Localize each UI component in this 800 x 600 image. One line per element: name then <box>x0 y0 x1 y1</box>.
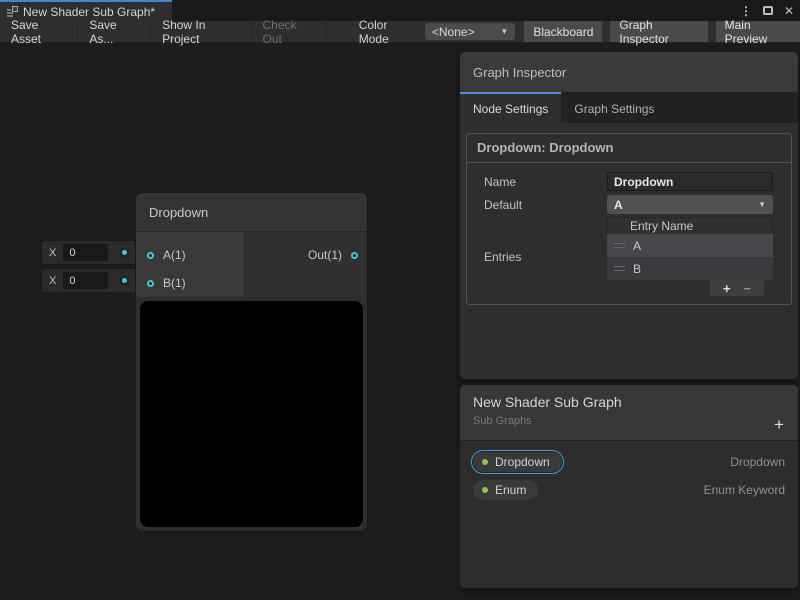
blackboard-toggle-button[interactable]: Blackboard <box>524 21 602 42</box>
graph-inspector-header[interactable]: Graph Inspector <box>460 52 798 92</box>
node-output-ports: Out(1) <box>245 232 367 297</box>
inspector-tab-bar: Node Settings Graph Settings <box>460 92 798 123</box>
drag-handle-icon[interactable] <box>614 243 625 248</box>
port-out-label: Out(1) <box>308 248 342 262</box>
node-title-bar[interactable]: Dropdown <box>136 193 367 232</box>
enum-type-label: Enum Keyword <box>704 483 785 497</box>
graph-inspector-panel: Graph Inspector Node Settings Graph Sett… <box>460 52 798 379</box>
node-settings-section: Dropdown: Dropdown Name Dropdown Default… <box>466 133 792 305</box>
blackboard-item-list: Dropdown Dropdown Enum Enum Keyword <box>460 441 798 504</box>
input-b-connector-dot[interactable] <box>119 276 129 286</box>
port-out-icon[interactable] <box>351 252 358 259</box>
maximize-icon[interactable] <box>763 6 773 15</box>
blackboard-row-enum: Enum Enum Keyword <box>460 476 798 504</box>
entry-a-name: A <box>633 239 641 253</box>
chevron-down-icon: ▼ <box>758 200 766 209</box>
name-field[interactable]: Dropdown <box>607 172 773 191</box>
color-mode-label: Color Mode <box>359 21 416 42</box>
port-a-label: A(1) <box>163 248 186 262</box>
blackboard-subtitle: Sub Graphs <box>473 415 785 427</box>
add-subgraph-button[interactable]: + <box>774 416 784 433</box>
blackboard-title: New Shader Sub Graph <box>473 394 785 410</box>
entry-b-name: B <box>633 262 641 276</box>
color-mode-dropdown[interactable]: <None> ▼ <box>425 23 515 40</box>
subgraph-icon <box>6 6 18 18</box>
show-in-project-button[interactable]: Show In Project <box>151 21 251 42</box>
entries-table-header: Entry Name <box>607 217 773 234</box>
graph-inspector-title: Graph Inspector <box>473 65 566 80</box>
input-b-default-widget: X 0 <box>42 269 136 292</box>
input-a-axis-label: X <box>49 247 56 259</box>
tab-graph-settings[interactable]: Graph Settings <box>561 92 667 123</box>
input-a-value-field[interactable]: 0 <box>63 244 108 261</box>
input-b-value-field[interactable]: 0 <box>63 272 108 289</box>
window-menu-icon[interactable]: ⋮ <box>740 5 752 17</box>
entry-row-a[interactable]: A <box>607 234 773 257</box>
blackboard-header[interactable]: New Shader Sub Graph Sub Graphs + <box>460 385 798 441</box>
save-asset-button[interactable]: Save Asset <box>0 21 78 42</box>
section-title: Dropdown: Dropdown <box>467 134 791 163</box>
input-a-connector-dot[interactable] <box>119 248 129 258</box>
default-label: Default <box>473 198 607 212</box>
dropdown-node[interactable]: Dropdown A(1) B(1) Out(1) <box>136 193 367 531</box>
shader-graph-toolbar: Save Asset Save As... Show In Project Ch… <box>0 21 800 43</box>
default-dropdown[interactable]: A ▼ <box>607 195 773 214</box>
property-dot-icon <box>482 459 488 465</box>
entry-row-b[interactable]: B <box>607 257 773 280</box>
dropdown-property-pill[interactable]: Dropdown <box>473 452 562 472</box>
default-property-row: Default A ▼ <box>467 195 791 214</box>
enum-property-pill[interactable]: Enum <box>473 480 538 500</box>
add-entry-button[interactable]: + <box>723 281 731 296</box>
dropdown-pill-label: Dropdown <box>495 455 550 469</box>
entries-label: Entries <box>473 250 607 264</box>
main-preview-toggle-button[interactable]: Main Preview <box>716 21 800 42</box>
close-icon[interactable]: ✕ <box>784 5 794 17</box>
port-row-b: B(1) <box>136 269 244 297</box>
entries-property-row: Entries Entry Name A B + − <box>467 217 791 296</box>
node-input-ports: A(1) B(1) <box>136 232 245 297</box>
name-property-row: Name Dropdown <box>467 172 791 191</box>
name-label: Name <box>473 175 607 189</box>
input-b-axis-label: X <box>49 275 56 287</box>
drag-handle-icon[interactable] <box>614 266 625 271</box>
node-body: A(1) B(1) Out(1) <box>136 232 367 297</box>
port-a-icon[interactable] <box>147 252 154 259</box>
enum-pill-label: Enum <box>495 483 526 497</box>
node-title-label: Dropdown <box>149 205 208 220</box>
dropdown-type-label: Dropdown <box>730 455 785 469</box>
default-dropdown-value: A <box>614 198 623 212</box>
port-row-a: A(1) <box>136 241 244 269</box>
entries-list-footer: + − <box>710 280 764 296</box>
blackboard-panel: New Shader Sub Graph Sub Graphs + Dropdo… <box>460 385 798 588</box>
port-b-label: B(1) <box>163 276 186 290</box>
blackboard-row-dropdown: Dropdown Dropdown <box>460 448 798 476</box>
save-as-button[interactable]: Save As... <box>78 21 151 42</box>
color-mode-value: <None> <box>432 25 475 39</box>
remove-entry-button[interactable]: − <box>743 281 751 296</box>
property-dot-icon <box>482 487 488 493</box>
input-a-default-widget: X 0 <box>42 241 136 264</box>
port-row-out: Out(1) <box>245 241 367 269</box>
tab-node-settings[interactable]: Node Settings <box>460 92 561 123</box>
chevron-down-icon: ▼ <box>500 27 508 36</box>
graph-inspector-toggle-button[interactable]: Graph Inspector <box>610 21 707 42</box>
port-b-icon[interactable] <box>147 280 154 287</box>
node-preview <box>140 301 363 527</box>
document-tab-title: New Shader Sub Graph* <box>23 5 155 19</box>
check-out-button: Check Out <box>252 21 327 42</box>
